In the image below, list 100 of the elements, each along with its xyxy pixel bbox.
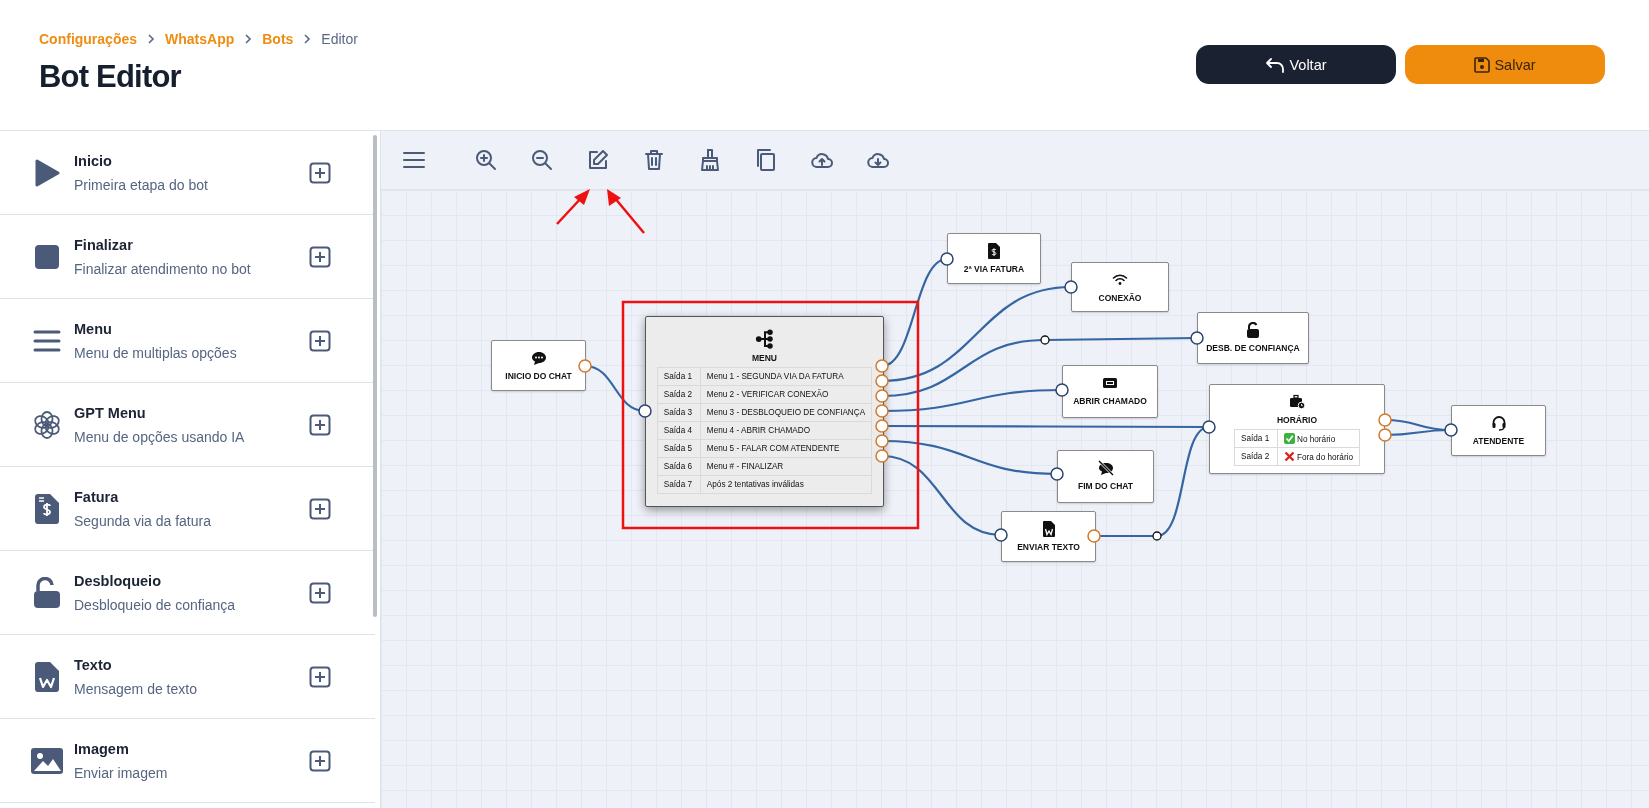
broom-icon[interactable] xyxy=(698,148,722,172)
node-title: CONEXÃO xyxy=(1098,293,1142,303)
chevron-icon xyxy=(303,34,312,44)
output-port[interactable] xyxy=(875,449,889,463)
node-title: ATENDENTE xyxy=(1472,436,1525,446)
output-port[interactable] xyxy=(1378,413,1392,427)
chevron-icon xyxy=(147,34,155,44)
annotation-arrow xyxy=(607,189,645,234)
item-description: Desbloqueio de confiança xyxy=(74,596,237,613)
input-port[interactable] xyxy=(940,252,954,266)
add-icon[interactable] xyxy=(309,245,331,268)
input-port[interactable] xyxy=(1190,331,1204,345)
node-title: INICIO DO CHAT xyxy=(505,371,572,381)
output-label: Saída 6 xyxy=(657,457,701,476)
flow-node[interactable]: ENVIAR TEXTO xyxy=(1001,511,1096,562)
item-title: Menu xyxy=(74,320,113,337)
headset-icon xyxy=(1490,415,1507,431)
item-title: Desbloqueio xyxy=(74,572,162,589)
knot-icon xyxy=(32,409,62,440)
output-port[interactable] xyxy=(578,359,592,373)
briefcase-clock-icon xyxy=(1289,394,1305,410)
output-port[interactable] xyxy=(1087,529,1101,543)
flow-node[interactable]: FIM DO CHAT xyxy=(1057,450,1154,503)
item-title: GPT Menu xyxy=(74,404,147,421)
node-title: ENVIAR TEXTO xyxy=(1017,542,1080,552)
output-option: Menu 1 - SEGUNDA VIA DA FATURA xyxy=(700,367,872,386)
output-option: Fora do horário xyxy=(1277,447,1360,466)
input-port[interactable] xyxy=(1050,467,1064,481)
input-port[interactable] xyxy=(1444,423,1458,437)
return-arrow-icon xyxy=(1265,56,1286,73)
input-port[interactable] xyxy=(1202,420,1216,434)
output-port[interactable] xyxy=(875,404,889,418)
copy-icon[interactable] xyxy=(754,148,778,172)
node-title: DESB. DE CONFIANÇA xyxy=(1206,343,1300,353)
junction-dot[interactable] xyxy=(1152,531,1162,541)
item-description: Mensagem de texto xyxy=(74,680,198,697)
add-icon[interactable] xyxy=(309,329,331,352)
input-port[interactable] xyxy=(1064,280,1078,294)
zoom-in-icon[interactable] xyxy=(474,148,498,172)
output-label: Saída 2 xyxy=(657,385,701,404)
scrollbar[interactable] xyxy=(373,135,377,617)
add-icon[interactable] xyxy=(309,749,331,772)
add-icon[interactable] xyxy=(309,161,331,184)
node-title: MENU xyxy=(752,353,777,363)
output-port[interactable] xyxy=(875,419,889,433)
chat-icon xyxy=(530,350,547,366)
add-icon[interactable] xyxy=(309,665,331,688)
flow-node[interactable]: ABRIR CHAMADO xyxy=(1062,365,1158,418)
flow-node[interactable]: INICIO DO CHAT xyxy=(491,340,586,391)
flow-node[interactable]: DESB. DE CONFIANÇA xyxy=(1197,312,1309,364)
item-description: Menu de multiplas opções xyxy=(74,344,238,361)
flow-node[interactable]: CONEXÃO xyxy=(1071,262,1169,312)
output-label: Saída 7 xyxy=(657,475,701,494)
zoom-out-icon[interactable] xyxy=(530,148,554,172)
node-title: FIM DO CHAT xyxy=(1077,481,1134,491)
back-button[interactable]: Voltar xyxy=(1196,45,1396,84)
output-label: Saída 5 xyxy=(657,439,701,458)
output-port[interactable] xyxy=(1378,428,1392,442)
output-label: Saída 3 xyxy=(657,403,701,422)
add-icon[interactable] xyxy=(309,413,331,436)
input-port[interactable] xyxy=(1055,383,1069,397)
output-port[interactable] xyxy=(875,389,889,403)
chat-off-icon xyxy=(1097,460,1114,476)
item-description: Menu de opções usando IA xyxy=(74,428,246,445)
flow-node[interactable]: ATENDENTE xyxy=(1451,405,1546,456)
wifi-icon xyxy=(1112,272,1128,288)
input-port[interactable] xyxy=(638,404,652,418)
stop-icon xyxy=(35,244,59,269)
output-option: Menu 2 - VERIFICAR CONEXÃO xyxy=(700,385,872,404)
sitemap-icon xyxy=(754,329,775,349)
output-option: Após 2 tentativas inválidas xyxy=(700,475,872,494)
flow-node[interactable] xyxy=(645,316,884,507)
document-icon xyxy=(35,661,59,692)
item-title: Inicio xyxy=(74,152,113,169)
junction-dot[interactable] xyxy=(1040,335,1050,345)
output-option: Menu 4 - ABRIR CHAMADO xyxy=(700,421,872,440)
page-title: Bot Editor xyxy=(39,59,182,95)
trash-icon[interactable] xyxy=(642,148,666,172)
invoice-icon xyxy=(986,243,1002,259)
input-port[interactable] xyxy=(994,528,1008,542)
output-label: Saída 1 xyxy=(1234,429,1278,448)
flow-node[interactable]: HORÁRIO Saída 1 No horário Saída 2 Fora do horário xyxy=(1209,384,1385,474)
invoice-icon xyxy=(35,493,59,524)
image-icon xyxy=(31,747,63,774)
output-option: Menu # - FINALIZAR xyxy=(700,457,872,476)
add-icon[interactable] xyxy=(309,581,331,604)
item-title: Finalizar xyxy=(74,236,134,253)
add-icon[interactable] xyxy=(309,497,331,520)
document-icon xyxy=(1040,521,1057,537)
output-port[interactable] xyxy=(875,434,889,448)
unlock-icon xyxy=(1245,322,1261,338)
item-description: Segunda via da fatura xyxy=(74,512,212,529)
item-description: Enviar imagem xyxy=(74,764,169,781)
unlock-icon xyxy=(33,576,61,609)
output-port[interactable] xyxy=(875,359,889,373)
output-label: Saída 4 xyxy=(657,421,701,440)
output-port[interactable] xyxy=(875,374,889,388)
save-button[interactable]: Salvar xyxy=(1405,45,1605,84)
edit-icon[interactable] xyxy=(586,148,610,172)
flow-node[interactable]: 2ª VIA FATURA xyxy=(947,233,1041,284)
